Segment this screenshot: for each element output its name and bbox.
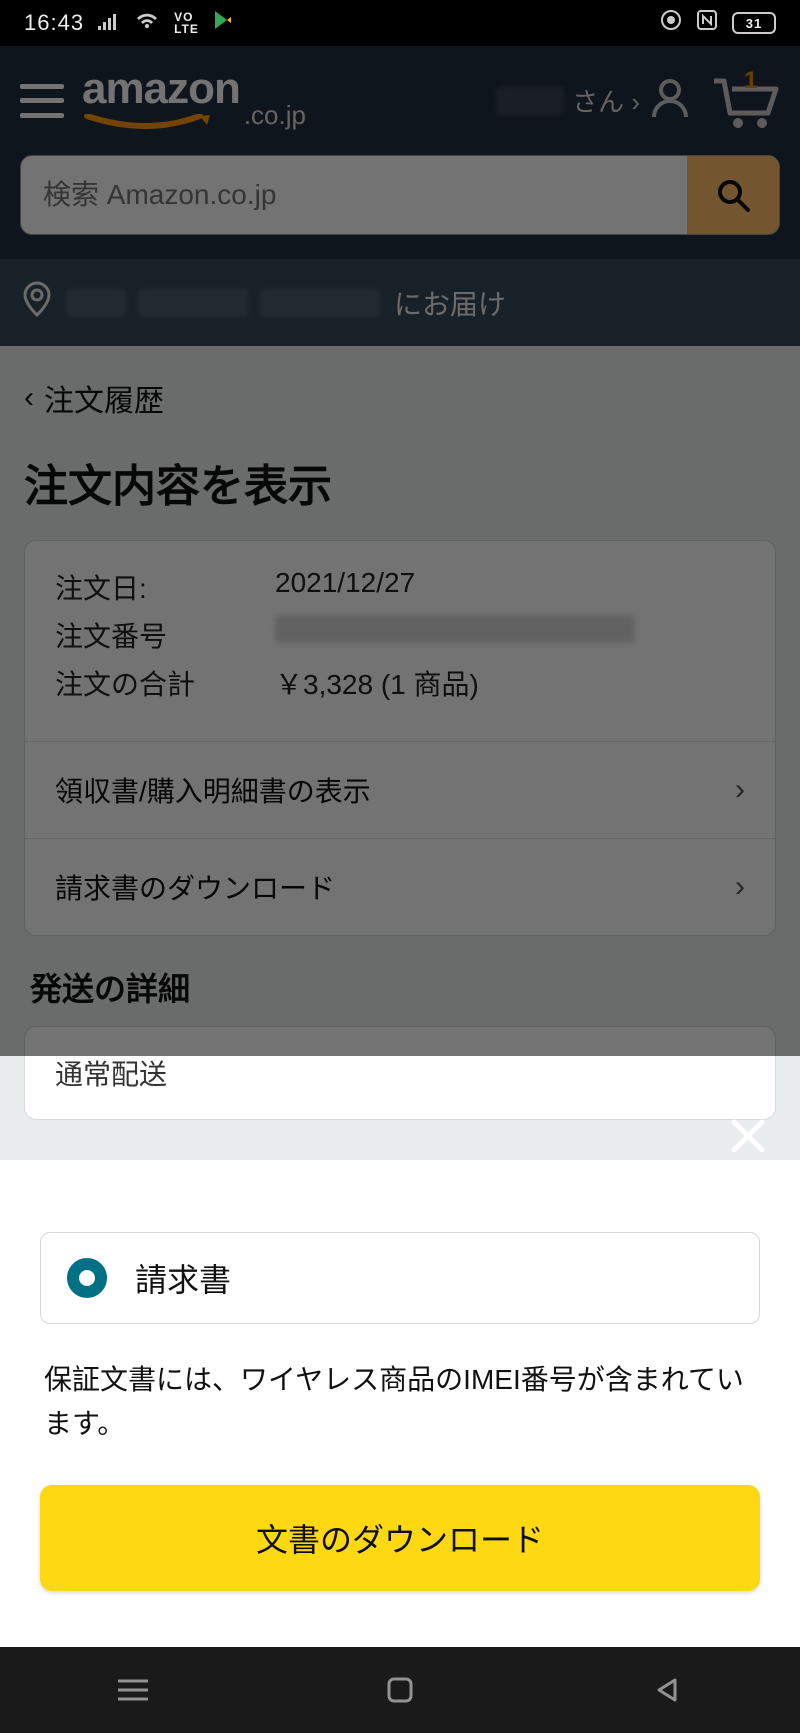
back-button[interactable] [645,1668,689,1712]
order-number-redacted [275,615,635,643]
cart-button[interactable]: 1 [710,73,780,129]
android-navbar [0,1647,800,1733]
menu-button[interactable] [20,84,64,118]
warranty-note: 保証文書には、ワイヤレス商品のIMEI番号が含まれています。 [44,1358,756,1445]
search-button[interactable] [687,156,779,234]
amazon-logo[interactable]: amazon .co.jp [82,64,306,137]
page-title: 注文内容を表示 [24,450,776,514]
play-store-icon [213,10,233,36]
android-statusbar: 16:43 VO LTE 31 [0,0,800,46]
back-to-orders[interactable]: ‹ 注文履歴 [24,370,776,450]
close-icon [728,1116,768,1156]
recent-apps-button[interactable] [111,1668,155,1712]
smile-icon [82,114,212,132]
order-date-value: 2021/12/27 [275,567,415,607]
cart-count: 1 [744,67,757,95]
dnd-icon [660,9,682,37]
order-date-label: 注文日: [55,567,275,607]
shipping-card: 通常配送 [24,1026,776,1120]
signal-icon [98,10,120,36]
order-summary-card: 注文日: 2021/12/27 注文番号 注文の合計 ￥3,328 (1 商品)… [24,540,776,936]
close-sheet-button[interactable] [724,1112,772,1160]
download-sheet: 請求書 保証文書には、ワイヤレス商品のIMEI番号が含まれています。 文書のダウ… [0,1184,800,1647]
location-icon [22,281,52,324]
user-icon [648,75,692,126]
nfc-icon [696,9,718,37]
shipping-details-title: 発送の詳細 [30,964,776,1010]
app-header: amazon .co.jp さん › 1 [0,46,800,155]
chevron-right-icon: › [735,870,745,904]
status-time: 16:43 [24,10,84,36]
chevron-left-icon: ‹ [24,381,34,415]
search-icon [715,177,751,213]
invoice-option[interactable]: 請求書 [40,1232,760,1324]
volte-indicator: VO LTE [174,11,199,35]
address-redacted [66,289,380,317]
view-receipt-link[interactable]: 領収書/購入明細書の表示 › [25,741,775,838]
home-button[interactable] [378,1668,422,1712]
account-link[interactable]: さん › [496,75,692,126]
radio-selected-icon [67,1258,107,1298]
deliver-to-bar[interactable]: にお届け [0,259,800,346]
search-bar[interactable] [20,155,780,235]
search-input[interactable] [21,156,687,234]
order-number-label: 注文番号 [55,615,275,655]
chevron-right-icon: › [735,773,745,807]
download-invoice-link[interactable]: 請求書のダウンロード › [25,838,775,935]
wifi-icon [134,10,160,36]
order-total-value: ￥3,328 (1 商品) [275,663,479,703]
order-total-label: 注文の合計 [55,663,275,703]
battery-indicator: 31 [732,12,776,34]
download-document-button[interactable]: 文書のダウンロード [40,1485,760,1591]
user-name-redacted [496,87,564,115]
